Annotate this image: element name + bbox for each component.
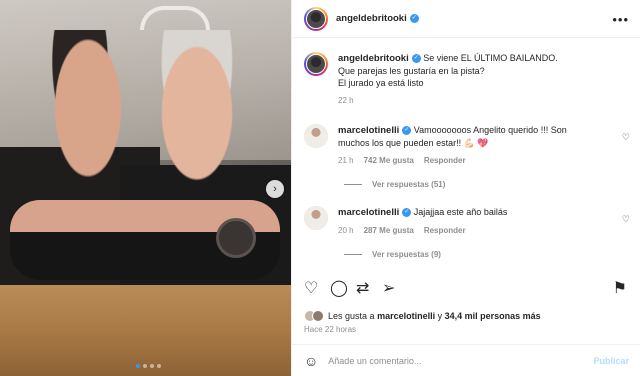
caption-text-line3: El jurado ya está listo [338, 78, 424, 88]
comment-likes[interactable]: 742 Me gusta [364, 155, 414, 167]
verified-badge-icon: ✓ [409, 14, 419, 23]
caption: angeldebritooki ✓ Se viene EL ÚLTIMO BAIL… [304, 52, 634, 107]
carousel-dot [150, 364, 154, 368]
carousel-dot [157, 364, 161, 368]
replies-divider [344, 254, 362, 255]
likes-prefix: Les gusta a [328, 311, 375, 321]
caption-text-line1: Se viene EL ÚLTIMO BAILANDO. [423, 53, 558, 63]
comment-text-line1: Vamooooooos Angelito querido !!! Son [413, 125, 567, 135]
photo-watch [216, 218, 256, 258]
comment-icon[interactable]: ◯ [330, 278, 348, 298]
replies-divider [344, 184, 362, 185]
view-replies-button[interactable]: Ver respuestas (51) [344, 180, 445, 189]
verified-badge-icon: ✓ [411, 54, 421, 64]
action-bar: ♡ ◯ ⇄ ➢ ⚑ [292, 278, 640, 302]
bookmark-icon[interactable]: ⚑ [613, 278, 627, 298]
more-icon[interactable]: ••• [612, 12, 629, 27]
verified-badge-icon: ✓ [402, 208, 412, 218]
reply-button[interactable]: Responder [424, 225, 466, 237]
verified-badge-icon: ✓ [402, 126, 412, 136]
comment-username[interactable]: marcelotinelli [338, 207, 399, 218]
comment-text-line1: Jajajjaa este año bailás [413, 207, 508, 217]
chevron-right-icon[interactable]: › [266, 180, 284, 198]
post-time-ago: Hace 22 horas [304, 325, 357, 334]
likes-summary: Les gusta a marcelotinelli y 34,4 mil pe… [304, 310, 541, 322]
view-replies-label: Ver respuestas (51) [372, 180, 446, 189]
author-avatar[interactable] [304, 6, 328, 31]
view-replies-button[interactable]: Ver respuestas (9) [344, 250, 441, 259]
post-comment-button[interactable]: Publicar [593, 356, 629, 366]
likes-connector: y [437, 311, 443, 321]
caption-username[interactable]: angeldebritooki [338, 53, 409, 64]
heart-icon[interactable]: ♡ [622, 132, 630, 143]
commenter-avatar[interactable] [304, 206, 328, 230]
photo-lamp [140, 6, 210, 30]
comment-time: 20 h [338, 226, 354, 235]
comment-input[interactable] [328, 355, 559, 366]
carousel-dot [143, 364, 147, 368]
post-header: angeldebritooki ✓ ••• [292, 0, 640, 38]
post-details-panel: angeldebritooki ✓ ••• angeldebritooki ✓ S… [291, 0, 640, 376]
instagram-post-modal: › angeldebritooki ✓ ••• angeldebritooki ✓… [0, 0, 640, 376]
author-username[interactable]: angeldebritooki [336, 13, 407, 24]
liker-avatar [312, 310, 324, 322]
carousel-dot [136, 364, 140, 368]
likes-others[interactable]: 34,4 mil personas más [445, 311, 541, 321]
heart-icon[interactable]: ♡ [304, 278, 318, 298]
send-icon[interactable]: ➢ [382, 278, 395, 298]
photo-table [0, 285, 291, 376]
comment-item: marcelotinelli ✓ Vamooooooos Angelito que… [304, 124, 634, 167]
likes-user[interactable]: marcelotinelli [377, 311, 435, 321]
caption-text-line2: Que parejas les gustaría en la pista? [338, 66, 485, 76]
comment-time: 21 h [338, 156, 354, 165]
view-replies-label: Ver respuestas (9) [372, 250, 441, 259]
caption-avatar[interactable] [304, 52, 328, 76]
comment-likes[interactable]: 287 Me gusta [364, 225, 414, 237]
carousel-dots [136, 364, 161, 368]
comment-username[interactable]: marcelotinelli [338, 125, 399, 136]
emoji-icon[interactable]: ☺ [304, 353, 318, 369]
heart-icon[interactable]: ♡ [622, 214, 630, 225]
share-icon[interactable]: ⇄ [356, 278, 369, 298]
reply-button[interactable]: Responder [424, 155, 466, 167]
caption-time: 22 h [338, 96, 354, 105]
post-photo[interactable]: › [0, 0, 291, 376]
comment-item: marcelotinelli ✓ Jajajjaa este año bailás… [304, 206, 634, 237]
add-comment-bar: ☺ Publicar [292, 344, 640, 376]
comments-list: angeldebritooki ✓ Se viene EL ÚLTIMO BAIL… [292, 38, 640, 270]
comment-text-line2: muchos los que pueden estar!! 💪🏻 💖 [338, 138, 489, 148]
commenter-avatar[interactable] [304, 124, 328, 148]
